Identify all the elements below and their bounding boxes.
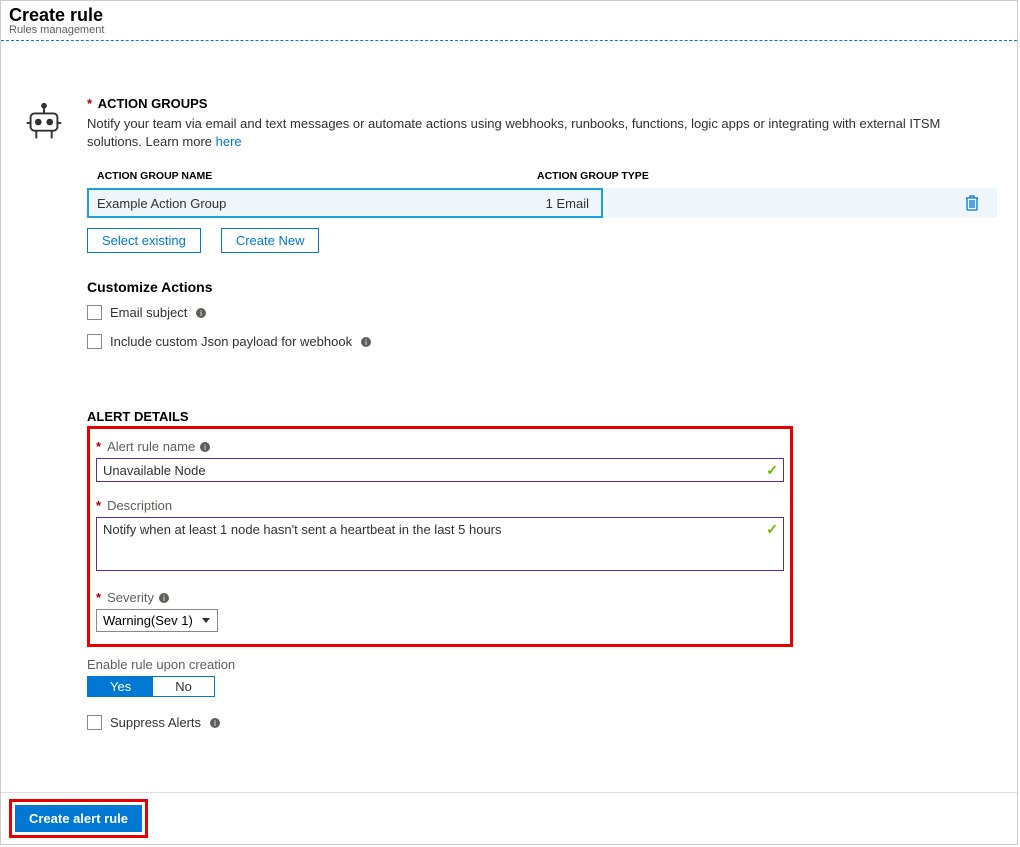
custom-json-checkbox[interactable] [87, 334, 102, 349]
suppress-alerts-label: Suppress Alerts [110, 715, 201, 730]
svg-text:i: i [204, 443, 206, 452]
description-input[interactable] [96, 517, 784, 571]
delete-action-group-button[interactable] [965, 195, 979, 211]
action-group-row-name: Example Action Group [97, 196, 546, 211]
customize-actions-title: Customize Actions [87, 279, 997, 295]
alert-details-title: ALERT DETAILS [87, 409, 997, 424]
alert-details-highlight: * Alert rule name i ✓ * Description ✓ [87, 426, 793, 647]
create-new-button[interactable]: Create New [221, 228, 320, 253]
alert-rule-name-input[interactable] [96, 458, 784, 482]
trash-icon [965, 195, 979, 211]
footer-bar: Create alert rule [1, 792, 1017, 844]
action-groups-title: ACTION GROUPS [98, 96, 208, 111]
required-star: * [96, 590, 101, 605]
select-existing-button[interactable]: Select existing [87, 228, 201, 253]
action-groups-description: Notify your team via email and text mess… [87, 115, 997, 150]
severity-select[interactable]: Warning(Sev 1) [96, 609, 218, 632]
severity-label: Severity [107, 590, 154, 605]
info-icon[interactable]: i [158, 592, 170, 604]
valid-check-icon: ✓ [766, 462, 778, 479]
col-action-group-type: ACTION GROUP TYPE [537, 170, 987, 182]
breadcrumb: Rules management [9, 24, 1009, 36]
action-group-row-type: 1 Email [546, 196, 593, 211]
info-icon[interactable]: i [209, 717, 221, 729]
description-label: Description [107, 498, 172, 513]
valid-check-icon: ✓ [766, 521, 778, 538]
enable-rule-label: Enable rule upon creation [87, 657, 997, 672]
custom-json-label: Include custom Json payload for webhook [110, 334, 352, 349]
email-subject-label: Email subject [110, 305, 187, 320]
enable-rule-no[interactable]: No [153, 677, 214, 696]
create-button-highlight: Create alert rule [9, 799, 148, 838]
action-group-row[interactable]: Example Action Group 1 Email [87, 188, 997, 218]
svg-text:i: i [200, 309, 202, 318]
bot-icon [21, 100, 67, 149]
svg-text:i: i [163, 594, 165, 603]
col-action-group-name: ACTION GROUP NAME [97, 170, 537, 182]
page-title: Create rule [9, 5, 1009, 26]
info-icon[interactable]: i [195, 307, 207, 319]
action-group-table-header: ACTION GROUP NAME ACTION GROUP TYPE [87, 170, 997, 182]
required-star: * [96, 439, 101, 454]
info-icon[interactable]: i [360, 336, 372, 348]
alert-rule-name-label: Alert rule name [107, 439, 195, 454]
svg-text:i: i [214, 719, 216, 728]
suppress-alerts-checkbox[interactable] [87, 715, 102, 730]
enable-rule-toggle: Yes No [87, 676, 215, 697]
info-icon[interactable]: i [199, 441, 211, 453]
learn-more-link[interactable]: here [216, 134, 242, 149]
create-alert-rule-button[interactable]: Create alert rule [15, 805, 142, 832]
required-star: * [96, 498, 101, 513]
svg-text:i: i [365, 338, 367, 347]
enable-rule-yes[interactable]: Yes [88, 677, 153, 696]
required-star: * [87, 96, 92, 111]
email-subject-checkbox[interactable] [87, 305, 102, 320]
